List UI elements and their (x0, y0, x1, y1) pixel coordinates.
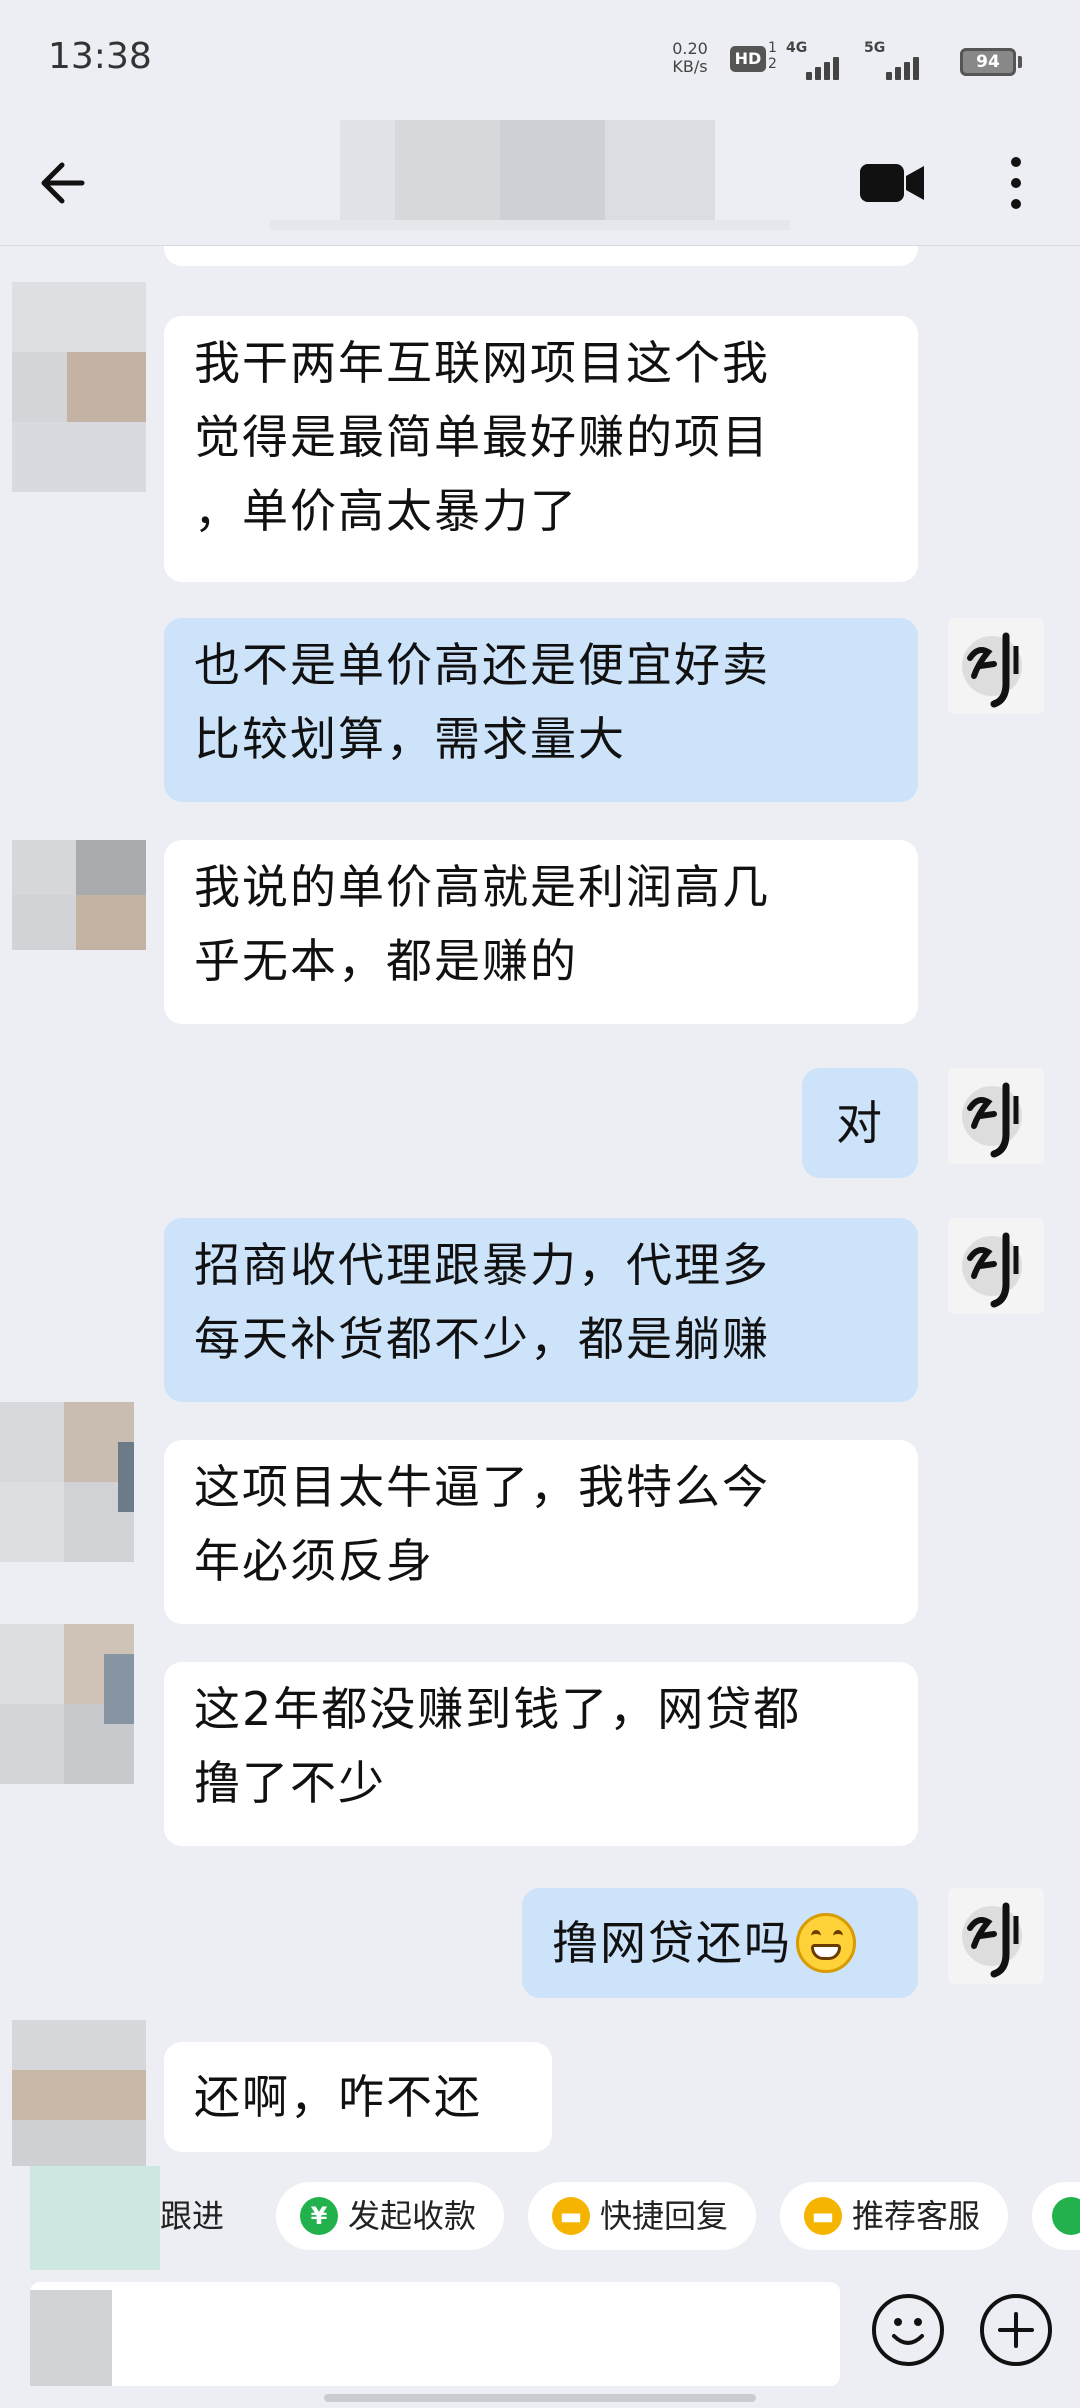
emoji-button[interactable] (872, 2294, 944, 2366)
status-icons: 0.20 KB/s HD 1 2 4G 5G 94 (660, 40, 1080, 84)
message-bubble-partial[interactable] (164, 246, 918, 266)
message-text: 撸了不少 (194, 1756, 386, 1810)
status-bar: 13:38 0.20 KB/s HD 1 2 4G 5G 94 (0, 0, 1080, 120)
calligraphy-avatar-icon (962, 1232, 1022, 1308)
calligraphy-avatar-icon (962, 1902, 1022, 1978)
message-text: 我说的单价高就是利润高几 (194, 860, 770, 914)
message-text: 对 (836, 1096, 884, 1150)
signal-1-icon (806, 52, 850, 80)
chip-label: 推荐客服 (852, 2197, 981, 2235)
input-bar (0, 2270, 1080, 2408)
signal-2-label: 5G (864, 40, 886, 56)
sim-numbers: 1 2 (768, 40, 777, 72)
message-text: 每天补货都不少，都是躺赚 (194, 1312, 770, 1366)
message-input[interactable] (30, 2282, 840, 2386)
recommend-agent-chip[interactable]: ▬ 推荐客服 (780, 2182, 1008, 2250)
my-avatar[interactable] (948, 1068, 1044, 1164)
battery-icon: 94 (960, 48, 1016, 76)
vertical-dots-icon (1011, 157, 1021, 209)
message-text: 觉得是最简单最好赚的项目 (194, 410, 770, 464)
contact-avatar[interactable] (12, 840, 146, 950)
video-camera-icon (860, 164, 924, 202)
net-speed-value: 0.20 (672, 39, 708, 58)
signal-1-label: 4G (786, 40, 808, 56)
more-chip-partial[interactable] (1032, 2182, 1080, 2250)
battery-tip (1018, 56, 1022, 68)
message-list[interactable]: 我干两年互联网项目这个我 觉得是最简单最好赚的项目 ，单价高太暴力了 也不是单价… (0, 246, 1080, 2166)
message-bubble[interactable]: 也不是单价高还是便宜好卖 比较划算，需求量大 (164, 618, 918, 802)
plus-icon (998, 2312, 1034, 2348)
hd-icon: HD (730, 46, 766, 72)
message-text: 撸网贷还吗 (552, 1916, 792, 1970)
signal-2-icon (886, 52, 930, 80)
contact-avatar[interactable] (12, 2020, 146, 2166)
message-text: 比较划算，需求量大 (194, 712, 626, 766)
message-text: 也不是单价高还是便宜好卖 (194, 638, 770, 692)
net-speed-unit: KB/s (672, 57, 708, 76)
message-text: 招商收代理跟暴力，代理多 (194, 1238, 770, 1292)
message-bubble[interactable]: 还啊，咋不还 (164, 2042, 552, 2152)
message-bubble[interactable]: 对 (802, 1068, 918, 1178)
chip-label: 快捷回复 (600, 2197, 729, 2235)
chat-bubble-icon: ▬ (804, 2197, 842, 2235)
more-options-button[interactable] (992, 148, 1040, 218)
my-avatar[interactable] (948, 1218, 1044, 1314)
chat-bubble-icon: ▬ (552, 2197, 590, 2235)
chip-label: 跟进 (160, 2197, 225, 2235)
message-text: 这项目太牛逼了，我特么今 (194, 1460, 770, 1514)
contact-avatar[interactable] (0, 1402, 134, 1562)
message-text: 我干两年互联网项目这个我 (194, 336, 770, 390)
calligraphy-avatar-icon (962, 632, 1022, 708)
calligraphy-avatar-icon (962, 1082, 1022, 1158)
message-bubble[interactable]: 我干两年互联网项目这个我 觉得是最简单最好赚的项目 ，单价高太暴力了 (164, 316, 918, 582)
net-speed: 0.20 KB/s (660, 40, 720, 76)
contact-avatar[interactable] (12, 282, 146, 492)
message-text: 这2年都没赚到钱了，网贷都 (194, 1682, 802, 1736)
message-text: 年必须反身 (194, 1534, 434, 1588)
blurred-avatar-fragment (30, 2290, 112, 2386)
message-bubble[interactable]: 我说的单价高就是利润高几 乎无本，都是赚的 (164, 840, 918, 1024)
message-bubble[interactable]: 招商收代理跟暴力，代理多 每天补货都不少，都是躺赚 (164, 1218, 918, 1402)
quick-action-bar[interactable]: 跟进 ¥ 发起收款 ▬ 快捷回复 ▬ 推荐客服 (0, 2166, 1080, 2270)
grinning-face-icon (796, 1912, 856, 1973)
message-text: 乎无本，都是赚的 (194, 934, 578, 988)
my-avatar[interactable] (948, 1888, 1044, 1984)
message-text: ，单价高太暴力了 (194, 484, 578, 538)
person-icon (1052, 2197, 1080, 2235)
message-bubble[interactable]: 这2年都没赚到钱了，网贷都 撸了不少 (164, 1662, 918, 1846)
follow-up-chip[interactable]: 跟进 (100, 2182, 250, 2250)
arrow-left-icon (41, 162, 85, 204)
home-indicator[interactable] (324, 2394, 756, 2402)
contact-avatar[interactable] (0, 1624, 134, 1784)
status-time: 13:38 (48, 36, 152, 77)
chat-header (0, 120, 1080, 246)
plus-button[interactable] (980, 2294, 1052, 2366)
my-avatar[interactable] (948, 618, 1044, 714)
message-text: 还啊，咋不还 (194, 2070, 482, 2124)
yen-coin-icon: ¥ (300, 2197, 338, 2235)
video-call-button[interactable] (858, 150, 928, 216)
back-button[interactable] (30, 148, 100, 218)
quick-reply-chip[interactable]: ▬ 快捷回复 (528, 2182, 756, 2250)
smiley-face-icon (892, 2318, 924, 2345)
message-bubble[interactable]: 撸网贷还吗 (522, 1888, 918, 1998)
request-payment-chip[interactable]: ¥ 发起收款 (276, 2182, 504, 2250)
message-bubble[interactable]: 这项目太牛逼了，我特么今 年必须反身 (164, 1440, 918, 1624)
contact-name-blurred (270, 120, 790, 230)
chip-label: 发起收款 (348, 2197, 477, 2235)
